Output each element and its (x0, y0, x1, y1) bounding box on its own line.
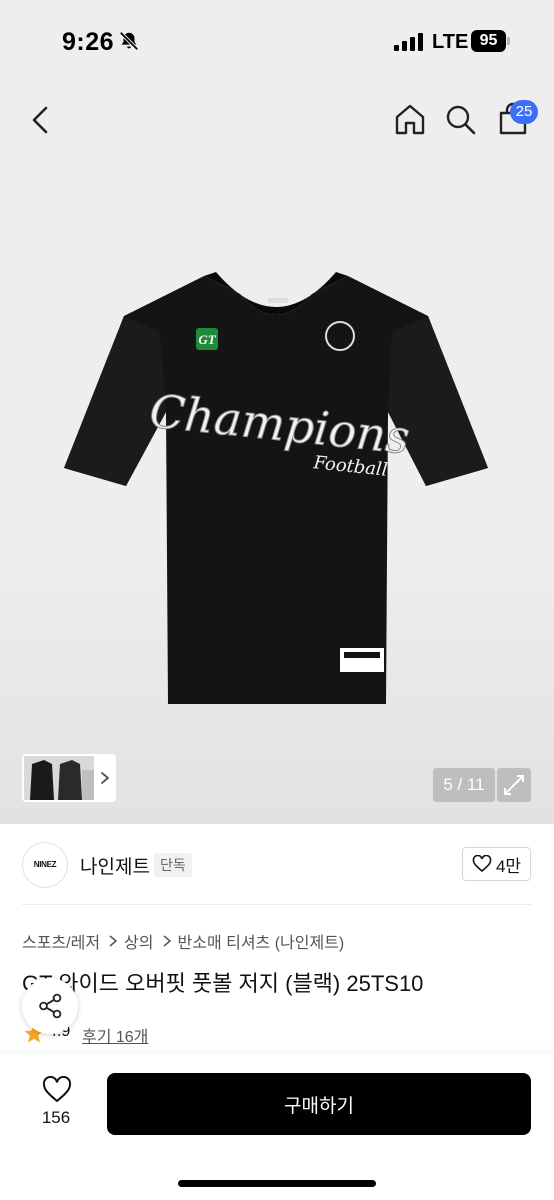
image-counter: 5 / 11 (433, 768, 495, 802)
chevron-right-icon[interactable] (98, 768, 112, 788)
share-icon (39, 993, 62, 1019)
jersey-badge: GT (198, 332, 216, 347)
share-button[interactable] (22, 978, 78, 1034)
breadcrumb-item[interactable]: 스포츠/레저 (22, 929, 100, 953)
exclusive-badge: 단독 (154, 853, 192, 877)
breadcrumb-item[interactable]: 반소매 티셔츠 (나인제트) (178, 929, 345, 953)
cart-count-badge: 25 (510, 100, 538, 124)
back-icon[interactable] (26, 100, 54, 140)
chevron-right-icon (162, 934, 172, 948)
product-image[interactable]: GT Champions Football (64, 272, 490, 708)
search-icon[interactable] (445, 104, 477, 136)
seller-name[interactable]: 나인제트 (80, 852, 150, 879)
buy-button[interactable]: 구매하기 (107, 1073, 531, 1135)
status-bar: 9:26 LTE 95 (0, 0, 554, 84)
wishlist-count: 156 (41, 1108, 71, 1127)
product-title: GT 와이드 오버핏 풋볼 저지 (블랙) 25TS10 (22, 971, 424, 996)
breadcrumb-item[interactable]: 상의 (124, 929, 153, 953)
heart-icon (472, 855, 492, 873)
home-icon[interactable] (393, 102, 427, 136)
battery-level: 95 (471, 30, 506, 52)
signal-icon (394, 33, 423, 51)
thumbnail-image[interactable] (24, 756, 94, 800)
network-type: LTE (432, 31, 469, 53)
battery-icon: 95 (471, 30, 511, 52)
status-time: 9:26 (62, 28, 115, 56)
chevron-right-icon (108, 934, 118, 948)
home-indicator (178, 1180, 376, 1187)
brand-like-count: 4만 (495, 856, 522, 876)
seller-logo[interactable]: NINEZ (22, 842, 68, 888)
bell-off-icon (119, 31, 139, 51)
fullscreen-button[interactable] (497, 768, 531, 802)
review-link[interactable]: 후기 16개 (82, 1023, 148, 1047)
breadcrumb: 스포츠/레저 상의 반소매 티셔츠 (나인제트) (22, 929, 344, 953)
brand-like-button[interactable]: 4만 (462, 847, 531, 881)
wishlist-heart-icon[interactable] (42, 1076, 72, 1104)
expand-icon (504, 775, 524, 795)
divider (22, 904, 532, 905)
